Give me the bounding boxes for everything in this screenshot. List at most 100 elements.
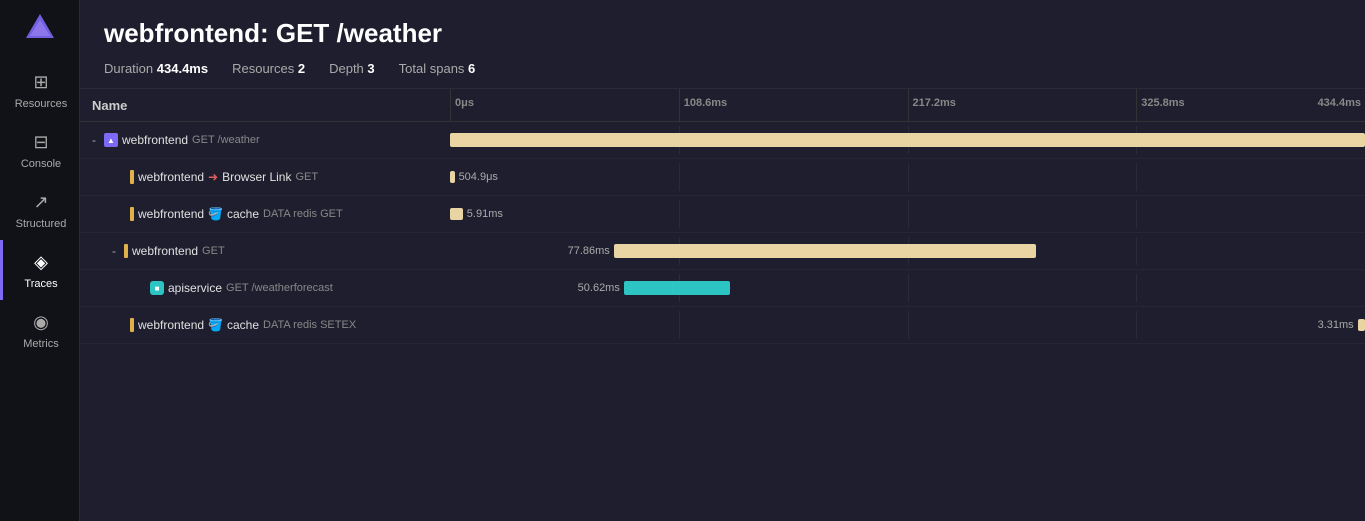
service-icon-bar	[130, 318, 134, 332]
bar-container: 77.86ms	[450, 237, 1365, 265]
duration-label: 504.9μs	[459, 171, 498, 183]
cache-icon: 🪣	[208, 207, 223, 221]
col-timeline: 0μs 108.6ms 217.2ms 325.8ms	[450, 89, 1365, 122]
bar-container	[450, 126, 1365, 154]
metrics-icon: ◉	[29, 310, 53, 334]
service-icon-purple: ▲	[104, 133, 118, 147]
table-row: webfrontend 🪣 cache DATA redis GET 5.91m…	[80, 196, 1365, 233]
span-timeline-cell: 3.31ms	[450, 307, 1365, 344]
span-name-row: webfrontend ➜ Browser Link GET	[92, 170, 438, 184]
span-kind: GET	[202, 245, 225, 257]
cache-icon: 🪣	[208, 318, 223, 332]
main-content: webfrontend: GET /weather Duration 434.4…	[80, 0, 1365, 521]
span-name-cell: webfrontend 🪣 cache DATA redis SETEX	[80, 307, 450, 344]
span-timeline-cell: 50.62ms	[450, 270, 1365, 307]
span-timeline-cell: 77.86ms	[450, 233, 1365, 270]
span-kind: GET /weatherforecast	[226, 282, 333, 294]
page-header: webfrontend: GET /weather Duration 434.4…	[80, 0, 1365, 89]
table-row: - ▲ webfrontend GET /weather	[80, 122, 1365, 159]
service-icon-bar	[130, 207, 134, 221]
bar-container: 504.9μs	[450, 163, 1365, 191]
tick-3: 325.8ms	[1136, 89, 1184, 121]
duration-meta: Duration 434.4ms	[104, 61, 208, 76]
traces-icon: ◈	[29, 250, 53, 274]
span-name-cell: - webfrontend GET	[80, 233, 450, 270]
tick-0: 0μs	[450, 89, 474, 121]
span-label: webfrontend	[132, 244, 198, 258]
collapse-btn[interactable]: -	[92, 133, 96, 147]
service-icon-bar	[130, 170, 134, 184]
service-icon-teal: ■	[150, 281, 164, 295]
sidebar-item-structured[interactable]: ↗ Structured	[0, 180, 79, 240]
trace-container: Name 0μs 108.6ms 217.2ms	[80, 89, 1365, 521]
span-kind: GET	[295, 171, 318, 183]
arrow-icon: ➜	[208, 170, 218, 184]
sidebar-item-traces[interactable]: ◈ Traces	[0, 240, 79, 300]
span-bar	[1358, 319, 1365, 331]
page-title: webfrontend: GET /weather	[104, 18, 1341, 49]
app-logo	[20, 8, 60, 48]
service-icon-bar	[124, 244, 128, 258]
span-name-row: ■ apiservice GET /weatherforecast	[92, 281, 438, 295]
depth-meta: Depth 3	[329, 61, 375, 76]
sidebar-item-resources[interactable]: ⊞ Resources	[0, 60, 79, 120]
structured-icon: ↗	[29, 190, 53, 214]
span-label: webfrontend	[138, 207, 204, 221]
timeline-area: 504.9μs	[450, 163, 1365, 191]
bar-container: 50.62ms	[450, 274, 1365, 302]
span-bar	[450, 171, 455, 183]
span-bar	[450, 133, 1365, 147]
table-header-row: Name 0μs 108.6ms 217.2ms	[80, 89, 1365, 122]
sidebar-item-console[interactable]: ⊟ Console	[0, 120, 79, 180]
timeline-area: 3.31ms	[450, 311, 1365, 339]
trace-table: Name 0μs 108.6ms 217.2ms	[80, 89, 1365, 344]
span-name-row: - ▲ webfrontend GET /weather	[92, 133, 438, 147]
timeline-header: 0μs 108.6ms 217.2ms 325.8ms	[450, 89, 1365, 121]
span-label: apiservice	[168, 281, 222, 295]
total-spans-meta: Total spans 6	[399, 61, 476, 76]
tick-2: 217.2ms	[908, 89, 956, 121]
console-icon: ⊟	[29, 130, 53, 154]
span-kind: DATA redis SETEX	[263, 319, 356, 331]
duration-label: 50.62ms	[578, 282, 620, 294]
table-row: - webfrontend GET 77.86ms	[80, 233, 1365, 270]
table-row: webfrontend 🪣 cache DATA redis SETEX 3.3…	[80, 307, 1365, 344]
span-bar	[614, 244, 1036, 258]
span-label: webfrontend	[122, 133, 188, 147]
timeline-area	[450, 126, 1365, 154]
span-name-row: webfrontend 🪣 cache DATA redis GET	[92, 207, 438, 221]
duration-label: 3.31ms	[1318, 319, 1354, 331]
span-timeline-cell: 5.91ms	[450, 196, 1365, 233]
resources-meta: Resources 2	[232, 61, 305, 76]
span-label: webfrontend	[138, 170, 204, 184]
bar-container: 3.31ms	[450, 311, 1365, 339]
span-name-cell: - ▲ webfrontend GET /weather	[80, 122, 450, 159]
resources-icon: ⊞	[29, 70, 53, 94]
span-kind: GET /weather	[192, 134, 260, 146]
span-label2: Browser Link	[222, 170, 291, 184]
span-label: webfrontend	[138, 318, 204, 332]
table-row: webfrontend ➜ Browser Link GET 504.9μs	[80, 159, 1365, 196]
timeline-area: 77.86ms	[450, 237, 1365, 265]
col-name: Name	[80, 89, 450, 122]
cache-label: cache	[227, 318, 259, 332]
span-bar	[450, 208, 463, 220]
collapse-btn[interactable]: -	[112, 244, 116, 258]
tick-4: 434.4ms	[1318, 89, 1365, 121]
span-name-cell: webfrontend ➜ Browser Link GET	[80, 159, 450, 196]
timeline-area: 5.91ms	[450, 200, 1365, 228]
span-bar	[624, 281, 730, 295]
span-timeline-cell: 504.9μs	[450, 159, 1365, 196]
cache-label: cache	[227, 207, 259, 221]
span-name-row: - webfrontend GET	[92, 244, 438, 258]
timeline-area: 50.62ms	[450, 274, 1365, 302]
span-timeline-cell	[450, 122, 1365, 159]
span-name-cell: webfrontend 🪣 cache DATA redis GET	[80, 196, 450, 233]
meta-row: Duration 434.4ms Resources 2 Depth 3 Tot…	[104, 61, 1341, 76]
span-name-cell: ■ apiservice GET /weatherforecast	[80, 270, 450, 307]
bar-container: 5.91ms	[450, 200, 1365, 228]
sidebar: ⊞ Resources ⊟ Console ↗ Structured ◈ Tra…	[0, 0, 80, 521]
trace-body: - ▲ webfrontend GET /weather webfrontend…	[80, 122, 1365, 344]
sidebar-item-metrics[interactable]: ◉ Metrics	[0, 300, 79, 360]
tick-1: 108.6ms	[679, 89, 727, 121]
